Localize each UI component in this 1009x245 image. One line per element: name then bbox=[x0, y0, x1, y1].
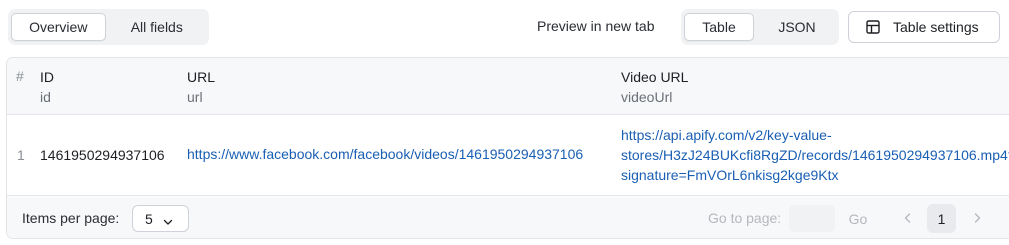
tab-overview[interactable]: Overview bbox=[11, 13, 106, 41]
preview-in-new-tab-link[interactable]: Preview in new tab bbox=[537, 18, 655, 34]
column-header-url[interactable]: URL url bbox=[187, 68, 215, 107]
table-row: 1 1461950294937106 https://www.facebook.… bbox=[7, 115, 1009, 196]
items-per-page-label: Items per page: bbox=[22, 210, 120, 226]
items-per-page-select[interactable]: 5 bbox=[132, 205, 189, 232]
page-1-button[interactable]: 1 bbox=[927, 204, 956, 233]
chevron-left-icon bbox=[903, 211, 913, 227]
column-name: Video URL bbox=[621, 69, 689, 85]
tab-table[interactable]: Table bbox=[684, 13, 754, 41]
pagination-bar: Items per page: 5 Go to page: Go 1 bbox=[7, 197, 1009, 238]
column-key: videoUrl bbox=[621, 89, 673, 105]
results-table: # ID id URL url Video URL videoUrl 1 146… bbox=[6, 57, 1009, 239]
items-per-page-value: 5 bbox=[145, 210, 153, 227]
table-header: # ID id URL url Video URL videoUrl bbox=[7, 58, 1009, 115]
table-settings-label: Table settings bbox=[893, 19, 979, 35]
row-number-header: # bbox=[16, 68, 24, 84]
chevron-down-icon bbox=[163, 214, 173, 225]
column-key: id bbox=[40, 89, 51, 105]
view-switcher: Overview All fields bbox=[8, 9, 209, 45]
cell-id: 1461950294937106 bbox=[40, 147, 165, 163]
next-page-button[interactable] bbox=[967, 206, 987, 231]
tab-all-fields[interactable]: All fields bbox=[108, 13, 206, 41]
format-switcher: Table JSON bbox=[681, 9, 839, 45]
table-settings-icon bbox=[866, 20, 880, 34]
column-header-video-url[interactable]: Video URL videoUrl bbox=[621, 68, 688, 107]
row-number: 1 bbox=[17, 147, 25, 163]
go-button[interactable]: Go bbox=[843, 205, 873, 232]
column-key: url bbox=[187, 89, 203, 105]
go-to-page-label: Go to page: bbox=[708, 210, 782, 226]
column-header-id[interactable]: ID id bbox=[40, 68, 54, 107]
video-url-line: stores/H3zJ24BUKcfi8RgZD/records/1461950… bbox=[621, 147, 1009, 163]
tab-json[interactable]: JSON bbox=[758, 13, 836, 41]
chevron-right-icon bbox=[972, 211, 982, 227]
video-url-line: signature=FmVOrL6nkisg2kge9Ktx bbox=[621, 167, 839, 183]
column-name: ID bbox=[40, 69, 54, 85]
cell-video-url-link[interactable]: https://api.apify.com/v2/key-value- stor… bbox=[621, 125, 1009, 185]
toolbar: Overview All fields Preview in new tab T… bbox=[0, 0, 1009, 54]
cell-url-link[interactable]: https://www.facebook.com/facebook/videos… bbox=[187, 146, 583, 162]
go-to-page-input[interactable] bbox=[789, 205, 835, 232]
column-name: URL bbox=[187, 69, 216, 85]
video-url-line: https://api.apify.com/v2/key-value- bbox=[621, 127, 832, 143]
previous-page-button[interactable] bbox=[898, 206, 918, 231]
table-settings-button[interactable]: Table settings bbox=[848, 11, 1000, 43]
